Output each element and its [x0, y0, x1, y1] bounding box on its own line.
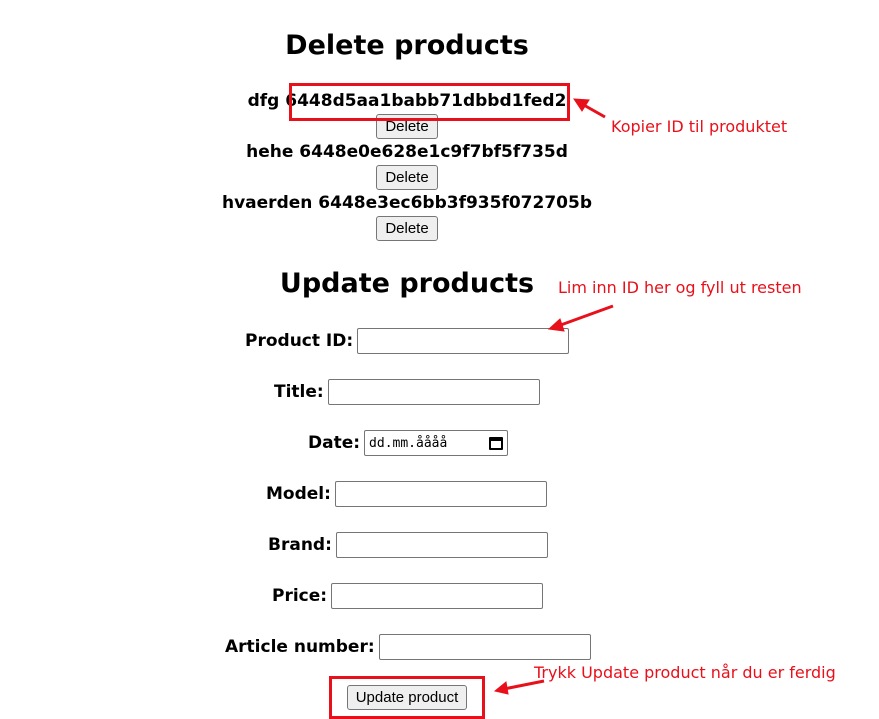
- arrow-head-paste: [547, 318, 565, 332]
- arrow-line-update: [503, 679, 545, 691]
- annotation-arrows: [493, 98, 614, 695]
- arrow-head-update: [493, 681, 509, 695]
- arrow-line-paste: [557, 304, 614, 328]
